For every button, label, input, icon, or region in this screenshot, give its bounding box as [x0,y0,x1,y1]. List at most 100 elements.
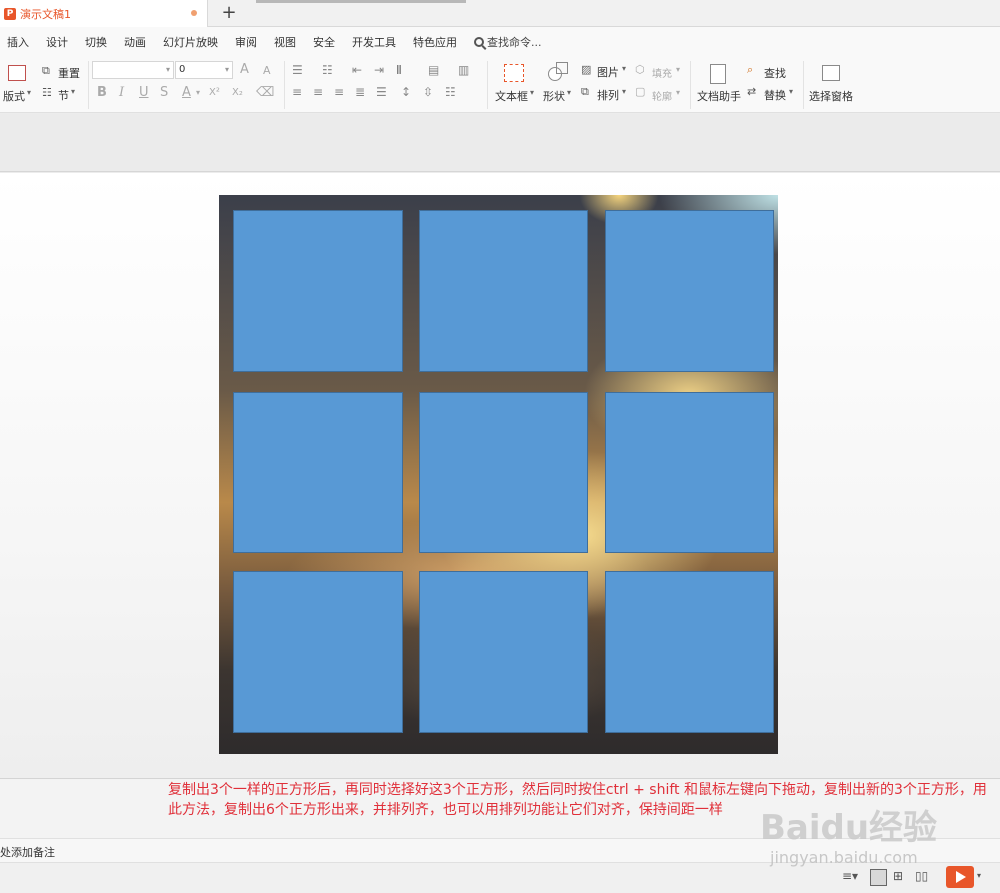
square-shape-1[interactable] [233,210,403,372]
square-shape-2[interactable] [419,210,588,372]
selection-pane-button[interactable]: 选择窗格 [809,88,853,104]
layout-dropdown-icon[interactable]: ▾ [27,88,31,97]
line-spacing-icon[interactable]: ↕ [401,85,411,99]
align-left-icon[interactable]: ≡ [292,85,302,99]
text-direction-icon[interactable]: Ⅱ [396,63,402,77]
textbox-button[interactable]: 文本框 [495,88,528,104]
presentation-app-icon: P [4,7,16,20]
ribbon-separator [803,61,804,109]
menu-transition[interactable]: 切换 [78,34,117,50]
reset-button[interactable]: 重置 [58,65,80,81]
subscript-button[interactable]: X₂ [232,87,243,98]
command-search-label: 查找命令... [487,36,542,49]
layout-icon [8,65,26,81]
outline-button[interactable]: 轮廓 [652,88,672,103]
distribute-icon[interactable]: ☰ [376,85,387,99]
shape-dropdown-icon[interactable]: ▾ [567,88,571,97]
align-center-icon[interactable]: ≡ [313,85,323,99]
notes-placeholder[interactable]: 处添加备注 [0,844,55,860]
bullet-list-icon[interactable]: ☰ [292,63,303,77]
picture-button[interactable]: 图片 [597,64,619,80]
normal-view-icon[interactable] [870,869,887,886]
fill-dropdown-icon[interactable]: ▾ [676,65,680,74]
fill-button[interactable]: 填充 [652,65,672,80]
ribbon-separator [690,61,691,109]
bold-button[interactable]: B [97,85,107,100]
menu-developer[interactable]: 开发工具 [345,34,406,50]
find-icon: ⌕ [747,63,754,76]
outline-dropdown-icon[interactable]: ▾ [676,88,680,97]
picture-dropdown-icon[interactable]: ▾ [622,64,626,73]
menu-review[interactable]: 审阅 [228,34,267,50]
command-search[interactable]: 查找命令... [467,34,552,50]
square-shape-3[interactable] [605,210,774,372]
menu-view[interactable]: 视图 [267,34,306,50]
menu-slideshow[interactable]: 幻灯片放映 [156,34,228,50]
section-dropdown-icon[interactable]: ▾ [71,87,75,96]
font-color-dropdown-icon[interactable]: ▾ [196,88,200,97]
square-shape-4[interactable] [233,392,403,553]
align-text-icon[interactable]: ▤ [428,63,439,77]
replace-button[interactable]: 替换 [764,87,786,103]
find-button[interactable]: 查找 [764,65,786,81]
tab-shadow-divider [256,0,466,3]
font-color-button[interactable]: A [182,85,191,100]
slide[interactable] [219,195,778,754]
increase-indent-icon[interactable]: ⇥ [374,63,384,77]
ribbon-separator [88,61,89,109]
arrange-dropdown-icon[interactable]: ▾ [622,87,626,96]
tab-bar: P 演示文稿1 + [0,0,1000,27]
notes-toggle-icon[interactable]: ≡▾ [842,869,858,885]
document-tab-title: 演示文稿1 [20,7,71,21]
decrease-indent-icon[interactable]: ⇤ [352,63,362,77]
underline-button[interactable]: U [139,85,149,100]
fill-icon: ⬡ [635,63,645,76]
shape-square-icon [556,62,568,74]
slide-sorter-icon[interactable]: ⊞ [893,869,909,885]
ribbon-separator [284,61,285,109]
italic-button[interactable]: I [119,85,124,100]
watermark-logo: Baidu经验 [760,808,938,848]
document-tab[interactable]: P 演示文稿1 [0,0,208,27]
search-icon [474,37,484,47]
shrink-font-button[interactable]: A [263,64,271,77]
doc-assistant-button[interactable]: 文档助手 [697,88,741,104]
square-shape-9[interactable] [605,571,774,733]
reading-view-icon[interactable]: ▯▯ [915,869,931,885]
arrange-button[interactable]: 排列 [597,87,619,103]
columns-icon[interactable]: ▥ [458,63,469,77]
play-slideshow-button[interactable] [946,866,974,888]
replace-dropdown-icon[interactable]: ▾ [789,87,793,96]
textbox-dropdown-icon[interactable]: ▾ [530,88,534,97]
superscript-button[interactable]: X² [209,87,220,98]
square-shape-5[interactable] [419,392,588,553]
outline-icon: ▢ [635,85,646,98]
align-right-icon[interactable]: ≡ [334,85,344,99]
menu-security[interactable]: 安全 [306,34,345,50]
play-dropdown-icon[interactable]: ▾ [977,871,993,887]
paragraph-settings-icon[interactable]: ☷ [445,85,456,99]
square-shape-7[interactable] [233,571,403,733]
grow-font-button[interactable]: A [240,62,249,77]
square-shape-6[interactable] [605,392,774,553]
ribbon-toolbar: 版式 ▾ ⧉ 重置 ☷ 节 ▾ ▾ 0 ▾ A A B I U S A ▾ X²… [0,57,1000,113]
menu-insert[interactable]: 插入 [0,34,39,50]
menu-special-apps[interactable]: 特色应用 [406,34,467,50]
font-name-combobox[interactable]: ▾ [92,61,174,79]
menu-animation[interactable]: 动画 [117,34,156,50]
paragraph-spacing-icon[interactable]: ⇳ [423,85,433,99]
shape-button[interactable]: 形状 [543,88,565,104]
menu-design[interactable]: 设计 [39,34,78,50]
font-size-combobox[interactable]: 0 ▾ [175,61,233,79]
layout-button[interactable]: 版式 [3,88,25,104]
section-icon: ☷ [42,86,52,99]
square-shape-8[interactable] [419,571,588,733]
numbered-list-icon[interactable]: ☷ [322,63,333,77]
new-tab-button[interactable]: + [220,3,238,23]
justify-icon[interactable]: ≣ [355,85,365,99]
replace-icon: ⇄ [747,85,757,98]
section-button[interactable]: 节 [58,87,69,103]
strikethrough-button[interactable]: S [160,85,168,100]
clear-format-icon[interactable]: ⌫ [256,85,274,100]
menu-bar: 插入 设计 切换 动画 幻灯片放映 审阅 视图 安全 开发工具 特色应用 查找命… [0,27,1000,57]
